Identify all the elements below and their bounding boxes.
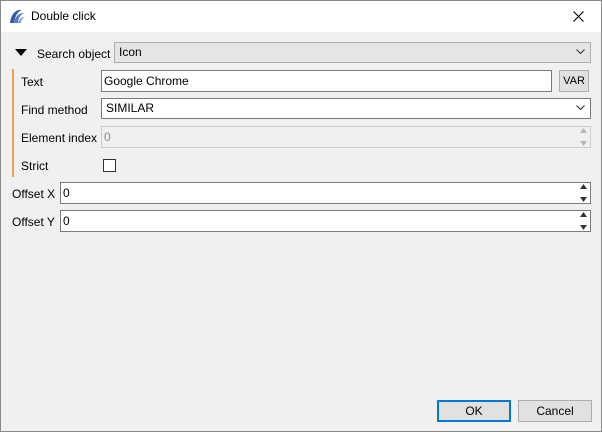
var-button[interactable]: VAR [559,70,589,92]
triangle-down-icon[interactable] [15,49,27,57]
strict-label: Strict [21,159,49,173]
offset-y-spinner[interactable] [578,212,589,230]
offset-x-input[interactable]: 0 [60,182,591,204]
window-title: Double click [31,9,96,23]
find-method-value: SIMILAR [106,101,155,115]
offset-x-spinner[interactable] [578,184,589,202]
spin-down-icon[interactable] [580,197,587,202]
text-input-value: Google Chrome [104,74,189,88]
chevron-down-icon [576,105,585,111]
text-label: Text [21,75,44,89]
cancel-button-label: Cancel [536,404,574,418]
offset-x-label: Offset X [12,187,56,201]
spin-down-icon[interactable] [580,141,587,146]
find-method-label: Find method [21,103,88,117]
close-button[interactable] [555,1,601,32]
text-input[interactable]: Google Chrome [101,70,552,92]
spin-up-icon[interactable] [580,128,587,133]
spin-up-icon[interactable] [580,184,587,189]
spin-up-icon[interactable] [580,212,587,217]
group-indicator-line [12,69,14,177]
close-icon [572,11,584,22]
dialog-content: Search object Icon Text Google Chrome VA… [1,32,601,391]
cancel-button[interactable]: Cancel [518,400,592,422]
element-index-input[interactable]: 0 [101,126,591,148]
element-index-spinner[interactable] [578,128,589,146]
var-button-label: VAR [563,75,585,87]
search-object-select[interactable]: Icon [114,42,591,63]
offset-x-value: 0 [63,186,70,200]
strict-checkbox[interactable] [103,159,116,172]
search-object-label: Search object [37,47,111,61]
app-logo-icon [10,9,25,23]
find-method-select[interactable]: SIMILAR [101,98,591,119]
ok-button-label: OK [465,404,483,418]
dialog-window: Double click Search object Icon Text Goo… [0,0,602,432]
dialog-footer: OK Cancel [1,391,601,431]
search-object-value: Icon [119,45,142,59]
spin-down-icon[interactable] [580,225,587,230]
offset-y-label: Offset Y [12,215,55,229]
offset-y-value: 0 [63,214,70,228]
title-bar: Double click [1,1,601,32]
chevron-down-icon [576,49,585,55]
element-index-value: 0 [104,130,111,144]
element-index-label: Element index [21,131,98,145]
ok-button[interactable]: OK [437,400,511,422]
offset-y-input[interactable]: 0 [60,210,591,232]
